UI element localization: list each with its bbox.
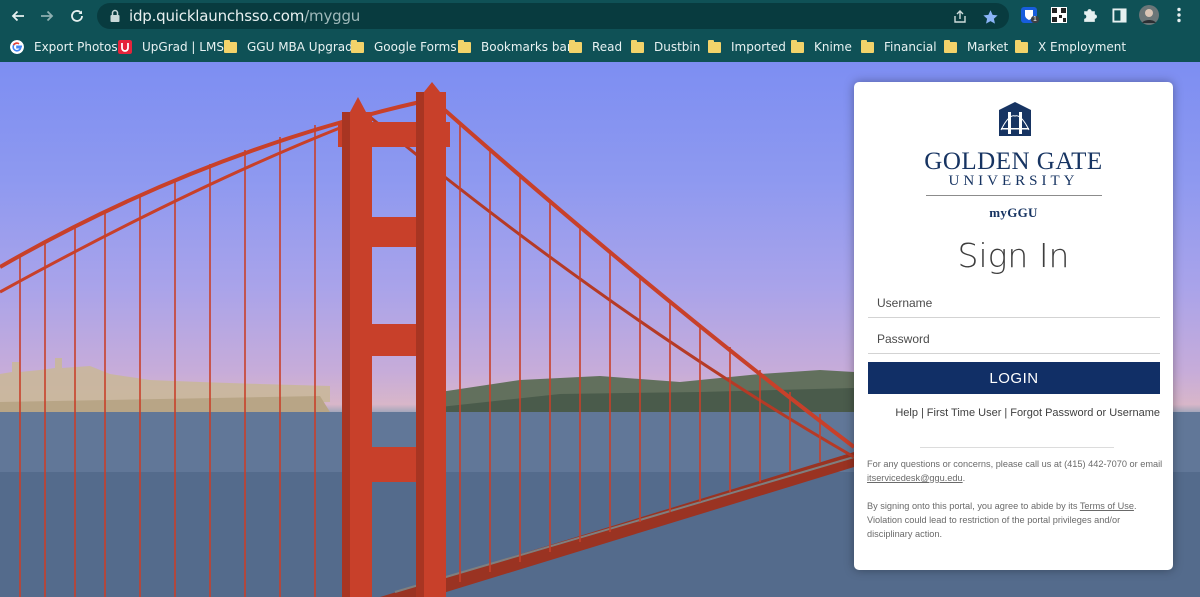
url-text: idp.quicklaunchsso.com/myggu [129, 7, 360, 25]
upgrad-icon [118, 40, 132, 54]
lock-icon[interactable] [109, 9, 121, 23]
folder-icon [458, 39, 471, 53]
brand-subtitle: UNIVERSITY [948, 173, 1079, 189]
section-divider [920, 447, 1114, 448]
bookmark-bookmarks-bar[interactable]: Bookmarks bar [458, 37, 572, 57]
side-panel-icon [1111, 7, 1127, 23]
link-separator: | [1004, 407, 1008, 419]
star-icon [982, 9, 998, 24]
forgot-password-link[interactable]: Forgot Password or Username [1010, 407, 1160, 419]
terms-text: By signing onto this portal, you agree t… [867, 501, 1078, 511]
address-bar[interactable]: idp.quicklaunchsso.com/myggu [97, 3, 1009, 29]
bookmark-dustbin[interactable]: Dustbin [631, 37, 700, 57]
first-time-user-link[interactable]: First Time User [927, 407, 1002, 419]
bookmark-label: Market [967, 40, 1009, 54]
bookmark-label: Dustbin [654, 40, 701, 54]
bookmark-google-forms[interactable]: Google Forms [351, 37, 457, 57]
portal-name: myGGU [989, 205, 1038, 220]
extension-badge: 1 [1031, 16, 1039, 23]
bookmark-label: Knime [814, 40, 852, 54]
link-separator: | [920, 407, 924, 419]
reload-icon [71, 10, 83, 22]
bookmark-financial[interactable]: Financial [861, 37, 937, 57]
page-title: Sign In [957, 236, 1070, 275]
support-email-link[interactable]: itservicedesk@ggu.edu [867, 473, 963, 483]
folder-icon [1015, 39, 1028, 53]
ggu-bridge-logo-icon [999, 102, 1031, 136]
terms-of-use-link[interactable]: Terms of Use [1080, 501, 1134, 511]
bookmark-label: Financial [884, 40, 937, 54]
brand-divider [926, 195, 1102, 196]
bookmark-label: Imported [731, 40, 786, 54]
terms-note: By signing onto this portal, you agree t… [867, 499, 1167, 541]
username-input[interactable] [868, 288, 1160, 318]
bookmark-label: GGU MBA Upgrad [247, 40, 353, 54]
bookmark-star-button[interactable] [980, 7, 1000, 27]
extensions-button[interactable] [1079, 5, 1099, 25]
share-icon [954, 10, 966, 23]
bookmark-knime[interactable]: Knime [791, 37, 852, 57]
password-input[interactable] [868, 324, 1160, 354]
avatar-icon [1139, 5, 1159, 25]
brand-name: GOLDEN GATE [924, 148, 1103, 175]
browser-menu-button[interactable] [1169, 5, 1189, 25]
bookmark-ggu-mba-upgrad[interactable]: GGU MBA Upgrad [224, 37, 353, 57]
bookmark-label: Google Forms [374, 40, 457, 54]
login-button[interactable]: LOGIN [868, 362, 1160, 394]
bookmark-market[interactable]: Market [944, 37, 1008, 57]
bookmark-upgrad-lms[interactable]: UpGrad | LMS [118, 37, 224, 57]
bookmark-label: Read [592, 40, 623, 54]
folder-icon [944, 39, 957, 53]
qr-extension[interactable] [1049, 5, 1069, 25]
reload-button[interactable] [65, 4, 89, 28]
share-button[interactable] [950, 7, 970, 27]
bookmark-export-photos[interactable]: Export Photos [10, 37, 118, 57]
url-host: idp.quicklaunchsso.com [129, 7, 305, 25]
browser-toolbar: idp.quicklaunchsso.com/myggu 1 [0, 0, 1200, 31]
bookmarks-bar: Export Photos UpGrad | LMS GGU MBA Upgra… [0, 31, 1200, 62]
bookmark-label: Export Photos [34, 40, 118, 54]
bookmark-label: UpGrad | LMS [142, 40, 224, 54]
side-panel-button[interactable] [1109, 5, 1129, 25]
back-button[interactable] [6, 4, 30, 28]
folder-icon [708, 39, 721, 53]
folder-icon [351, 39, 364, 53]
login-page: GOLDEN GATE UNIVERSITY myGGU Sign In LOG… [0, 62, 1200, 597]
help-links: Help | First Time User | Forgot Password or … [895, 407, 1160, 419]
contact-note: For any questions or concerns, please ca… [867, 457, 1167, 485]
folder-icon [569, 39, 582, 53]
bookmark-imported[interactable]: Imported [708, 37, 786, 57]
forward-button[interactable] [35, 4, 59, 28]
bookmark-label: X Employment [1038, 40, 1127, 54]
folder-icon [224, 39, 237, 53]
folder-icon [791, 39, 804, 53]
puzzle-icon [1083, 8, 1097, 22]
bookmark-label: Bookmarks bar [481, 40, 572, 54]
qr-code-icon [1051, 7, 1067, 23]
google-g-icon [10, 40, 24, 54]
profile-avatar[interactable] [1139, 5, 1159, 25]
login-card: GOLDEN GATE UNIVERSITY myGGU Sign In LOG… [854, 82, 1173, 570]
arrow-right-icon [41, 10, 54, 22]
folder-icon [861, 39, 874, 53]
help-link[interactable]: Help [895, 407, 918, 419]
folder-icon [631, 39, 644, 53]
bookmark-read[interactable]: Read [569, 37, 622, 57]
contact-text: For any questions or concerns, please ca… [867, 459, 1163, 469]
contact-end: . [962, 473, 966, 483]
kebab-menu-icon [1177, 7, 1181, 23]
arrow-left-icon [11, 10, 24, 22]
bitwarden-extension[interactable]: 1 [1019, 5, 1039, 25]
url-path: /myggu [304, 7, 361, 25]
bookmark-x-employment[interactable]: X Employment [1015, 37, 1126, 57]
